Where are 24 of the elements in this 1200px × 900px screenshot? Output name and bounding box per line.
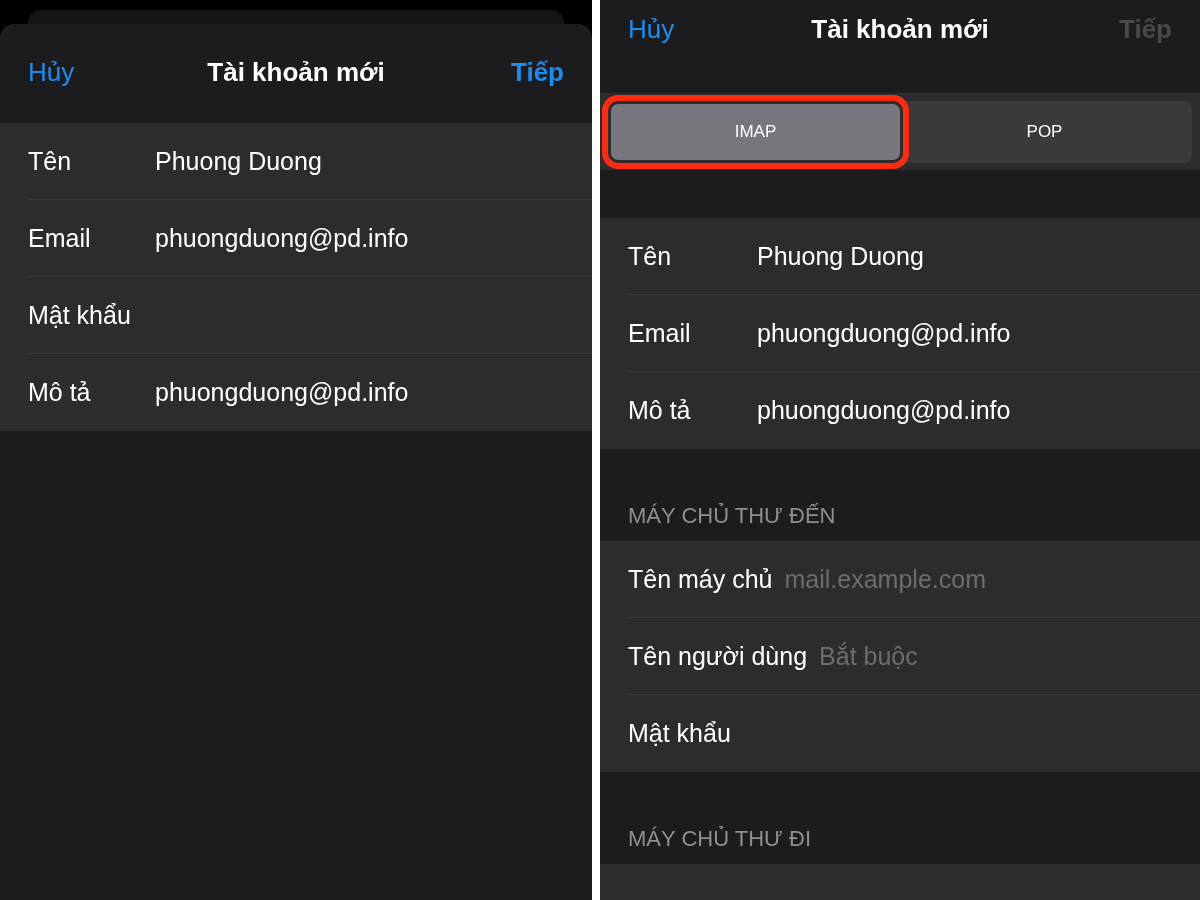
field-label: Mật khẩu (28, 300, 132, 330)
field-value[interactable]: phuongduong@pd.info (155, 378, 409, 407)
screen-title: Tài khoản mới (207, 56, 385, 88)
field-label: Email (628, 318, 692, 348)
field-value[interactable]: phuongduong@pd.info (155, 223, 409, 253)
field-label: Mô tả (28, 378, 92, 407)
field-value[interactable]: phuongduong@pd.info (757, 318, 1011, 348)
field-label: Mật khẩu (628, 719, 731, 748)
field-value[interactable]: phuongduong@pd.info (757, 396, 1011, 425)
field-label: Tên người dùng (628, 641, 808, 671)
cancel-button[interactable]: Hủy (628, 13, 675, 45)
field-label: Tên (628, 241, 673, 271)
field-value[interactable]: Phuong Duong (155, 146, 322, 176)
segment-tab[interactable]: POP (900, 103, 1189, 160)
field-label: Mô tả (628, 396, 692, 425)
cancel-button[interactable]: Hủy (28, 56, 75, 88)
field-label: Tên máy chủ (628, 564, 773, 594)
screen-title: Tài khoản mới (811, 13, 989, 45)
field-label: Email (28, 223, 92, 253)
next-button[interactable]: Tiếp (511, 56, 564, 88)
field-label: Tên (28, 146, 73, 176)
section-header: MÁY CHỦ THƯ ĐI (627, 826, 812, 852)
section-header: MÁY CHỦ THƯ ĐẾN (627, 503, 837, 529)
field-value[interactable]: Phuong Duong (757, 241, 924, 271)
